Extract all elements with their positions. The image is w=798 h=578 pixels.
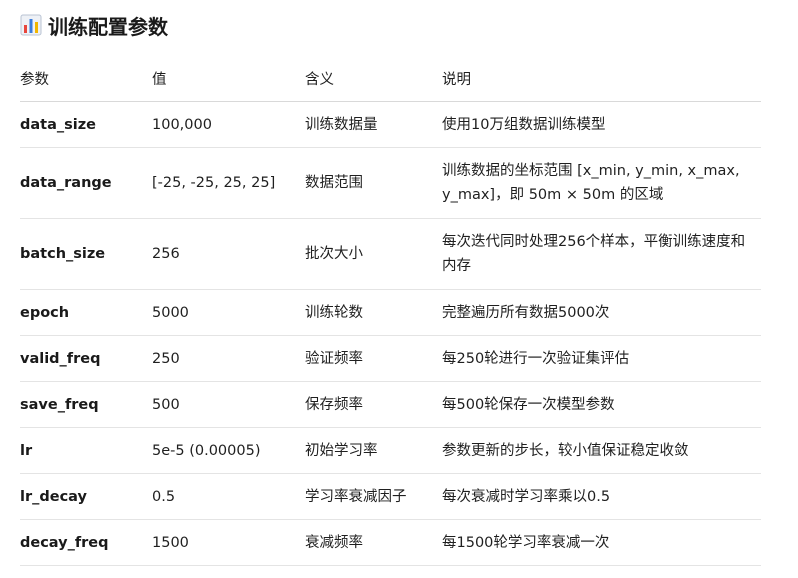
param-name: data_range — [20, 147, 152, 219]
param-name: batch_size — [20, 218, 152, 290]
table-row: decay_freq 1500 衰减频率 每1500轮学习率衰减一次 — [20, 519, 761, 566]
table-row: lr_decay 0.5 学习率衰减因子 每次衰减时学习率乘以0.5 — [20, 473, 761, 520]
param-value: 5000 — [152, 289, 305, 336]
param-meaning: 衰减频率 — [305, 519, 442, 566]
table-row: save_freq 500 保存频率 每500轮保存一次模型参数 — [20, 381, 761, 428]
column-header-meaning: 含义 — [305, 56, 442, 102]
param-meaning: 验证频率 — [305, 335, 442, 382]
param-desc: 完整遍历所有数据5000次 — [442, 289, 761, 336]
param-value: 250 — [152, 335, 305, 382]
param-meaning: 训练轮数 — [305, 289, 442, 336]
param-value: [-25, -25, 25, 25] — [152, 147, 305, 219]
table-row: data_size 100,000 训练数据量 使用10万组数据训练模型 — [20, 101, 761, 148]
page-heading: 训练配置参数 — [20, 10, 168, 40]
param-desc: 每1500轮学习率衰减一次 — [442, 519, 761, 566]
table-row: data_range [-25, -25, 25, 25] 数据范围 训练数据的… — [20, 147, 761, 219]
param-name: save_freq — [20, 381, 152, 428]
param-desc: 每500轮保存一次模型参数 — [442, 381, 761, 428]
param-value: 256 — [152, 218, 305, 290]
table-row: epoch 5000 训练轮数 完整遍历所有数据5000次 — [20, 289, 761, 336]
param-desc: 每次迭代同时处理256个样本，平衡训练速度和内存 — [442, 218, 761, 290]
param-meaning: 学习率衰减因子 — [305, 473, 442, 520]
config-table: 参数 值 含义 说明 data_size 100,000 训练数据量 使用10万… — [20, 56, 761, 566]
param-meaning: 训练数据量 — [305, 101, 442, 148]
column-header-param: 参数 — [20, 56, 152, 102]
param-desc: 参数更新的步长，较小值保证稳定收敛 — [442, 427, 761, 474]
param-name: lr — [20, 427, 152, 474]
param-value: 1500 — [152, 519, 305, 566]
param-meaning: 批次大小 — [305, 218, 442, 290]
table-header-row: 参数 值 含义 说明 — [20, 56, 761, 102]
param-name: data_size — [20, 101, 152, 148]
param-desc: 每次衰减时学习率乘以0.5 — [442, 473, 761, 520]
param-name: lr_decay — [20, 473, 152, 520]
param-value: 5e-5 (0.00005) — [152, 427, 305, 474]
param-desc: 每250轮进行一次验证集评估 — [442, 335, 761, 382]
table-row: batch_size 256 批次大小 每次迭代同时处理256个样本，平衡训练速… — [20, 218, 761, 290]
param-value: 100,000 — [152, 101, 305, 148]
param-name: epoch — [20, 289, 152, 336]
bar-chart-icon — [20, 14, 42, 36]
param-desc: 使用10万组数据训练模型 — [442, 101, 761, 148]
param-name: decay_freq — [20, 519, 152, 566]
column-header-desc: 说明 — [442, 56, 761, 102]
param-value: 0.5 — [152, 473, 305, 520]
param-name: valid_freq — [20, 335, 152, 382]
column-header-value: 值 — [152, 56, 305, 102]
param-meaning: 数据范围 — [305, 147, 442, 219]
param-desc: 训练数据的坐标范围 [x_min, y_min, x_max, y_max]，即… — [442, 147, 761, 219]
table-row: valid_freq 250 验证频率 每250轮进行一次验证集评估 — [20, 335, 761, 382]
table-row: lr 5e-5 (0.00005) 初始学习率 参数更新的步长，较小值保证稳定收… — [20, 427, 761, 474]
param-meaning: 初始学习率 — [305, 427, 442, 474]
param-value: 500 — [152, 381, 305, 428]
param-meaning: 保存频率 — [305, 381, 442, 428]
page-title: 训练配置参数 — [48, 14, 168, 39]
